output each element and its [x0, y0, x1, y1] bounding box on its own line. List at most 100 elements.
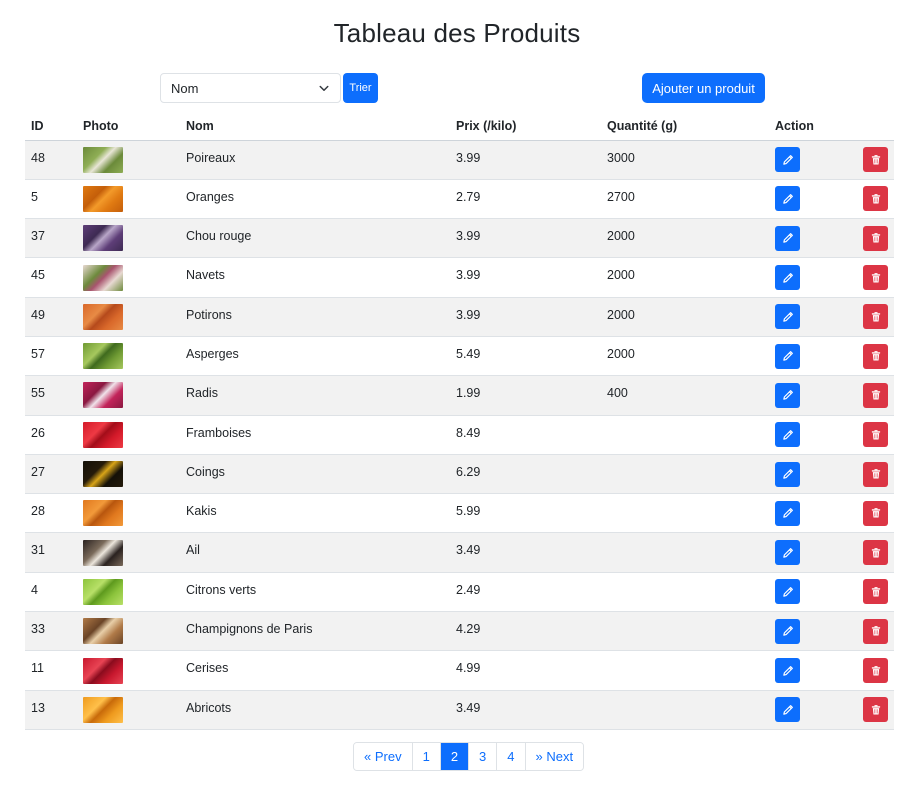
product-photo [83, 146, 123, 173]
pagination-prev[interactable]: « Prev [354, 743, 413, 770]
cell-id: 45 [25, 257, 77, 298]
cell-id: 37 [25, 218, 77, 259]
delete-button[interactable] [863, 579, 888, 605]
edit-button[interactable] [775, 382, 800, 408]
product-photo [83, 618, 123, 645]
edit-button[interactable] [775, 265, 800, 291]
pencil-icon [782, 507, 794, 519]
delete-button[interactable] [863, 265, 888, 291]
sort-button[interactable]: Trier [343, 73, 378, 103]
header-photo: Photo [77, 112, 180, 141]
cell-delete [857, 532, 894, 573]
cell-prix: 3.99 [450, 218, 601, 259]
cell-quantite [601, 611, 769, 652]
cell-edit [769, 336, 857, 377]
pencil-icon [782, 272, 794, 284]
delete-button[interactable] [863, 304, 888, 330]
pagination-page[interactable]: 4 [497, 743, 526, 770]
edit-button[interactable] [775, 343, 800, 369]
product-photo [83, 578, 123, 605]
cell-prix: 3.49 [450, 532, 601, 573]
delete-button[interactable] [863, 697, 888, 723]
pencil-icon [782, 232, 794, 244]
edit-button[interactable] [775, 697, 800, 723]
cell-id: 33 [25, 611, 77, 652]
edit-button[interactable] [775, 422, 800, 448]
edit-button[interactable] [775, 147, 800, 173]
cell-delete [857, 493, 894, 534]
cell-edit [769, 415, 857, 455]
cell-nom: Abricots [180, 690, 450, 730]
cell-photo [77, 297, 180, 337]
delete-button[interactable] [863, 422, 888, 448]
edit-button[interactable] [775, 618, 800, 644]
edit-button[interactable] [775, 540, 800, 566]
trash-icon [870, 311, 882, 323]
cell-prix: 3.99 [450, 257, 601, 298]
cell-quantite [601, 415, 769, 455]
cell-quantite [601, 650, 769, 691]
pagination-page[interactable]: 3 [469, 743, 498, 770]
cell-prix: 6.29 [450, 454, 601, 495]
cell-prix: 3.99 [450, 297, 601, 337]
delete-button[interactable] [863, 618, 888, 644]
cell-prix: 5.99 [450, 493, 601, 534]
delete-button[interactable] [863, 461, 888, 487]
edit-button[interactable] [775, 186, 800, 212]
edit-button[interactable] [775, 225, 800, 251]
pagination-next[interactable]: » Next [525, 743, 584, 770]
cell-nom: Radis [180, 375, 450, 416]
pencil-icon [782, 547, 794, 559]
trash-icon [870, 507, 882, 519]
sort-select[interactable]: Nom [160, 73, 341, 103]
edit-button[interactable] [775, 461, 800, 487]
delete-button[interactable] [863, 382, 888, 408]
delete-button[interactable] [863, 658, 888, 683]
edit-button[interactable] [775, 500, 800, 526]
cell-edit [769, 297, 857, 337]
cell-delete [857, 690, 894, 730]
delete-button[interactable] [863, 186, 888, 212]
add-product-button[interactable]: Ajouter un produit [642, 73, 765, 103]
cell-photo [77, 572, 180, 613]
table-row: 5 Oranges 2.79 2700 [25, 179, 894, 220]
delete-button[interactable] [863, 343, 888, 369]
cell-nom: Potirons [180, 297, 450, 337]
cell-edit [769, 375, 857, 416]
delete-button[interactable] [863, 225, 888, 251]
pagination-page-active[interactable]: 2 [440, 743, 470, 770]
pencil-icon [782, 665, 794, 677]
cell-id: 57 [25, 336, 77, 377]
table-header-row: ID Photo Nom Prix (/kilo) Quantité (g) A… [25, 112, 894, 141]
edit-button[interactable] [775, 579, 800, 605]
cell-prix: 3.49 [450, 690, 601, 730]
header-id: ID [25, 112, 77, 141]
table-row: 28 Kakis 5.99 [25, 493, 894, 534]
cell-nom: Ail [180, 532, 450, 573]
trash-icon [870, 704, 882, 716]
header-delete [857, 112, 894, 141]
cell-id: 11 [25, 650, 77, 691]
pagination-page[interactable]: 1 [412, 743, 441, 770]
cell-prix: 8.49 [450, 415, 601, 455]
cell-prix: 1.99 [450, 375, 601, 416]
cell-photo [77, 650, 180, 691]
edit-button[interactable] [775, 304, 800, 330]
cell-photo [77, 493, 180, 534]
delete-button[interactable] [863, 540, 888, 566]
table-row: 27 Coings 6.29 [25, 454, 894, 495]
page-title: Tableau des Produits [333, 18, 581, 48]
edit-button[interactable] [775, 658, 800, 683]
cell-id: 28 [25, 493, 77, 534]
cell-delete [857, 140, 894, 180]
cell-id: 4 [25, 572, 77, 613]
cell-photo [77, 690, 180, 730]
cell-nom: Asperges [180, 336, 450, 377]
delete-button[interactable] [863, 500, 888, 526]
delete-button[interactable] [863, 147, 888, 173]
trash-icon [870, 272, 882, 284]
pencil-icon [782, 586, 794, 598]
product-photo [83, 421, 123, 448]
table-row: 26 Framboises 8.49 [25, 415, 894, 455]
table-row: 49 Potirons 3.99 2000 [25, 297, 894, 337]
